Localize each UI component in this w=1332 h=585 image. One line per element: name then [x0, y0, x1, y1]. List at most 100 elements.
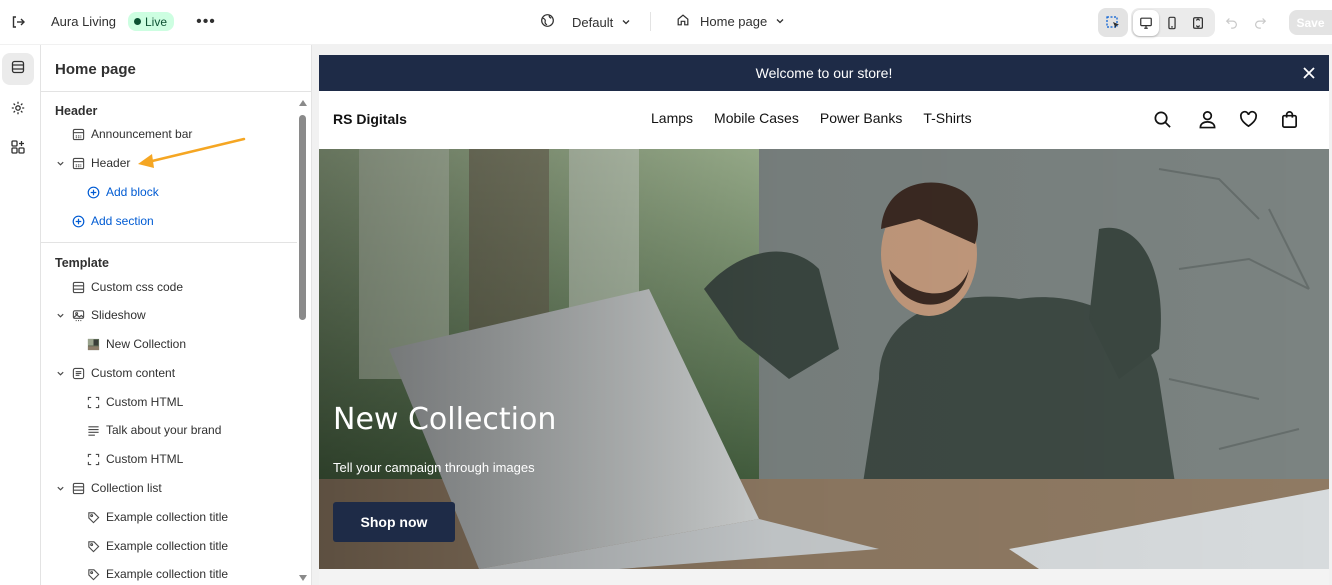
tag-icon	[86, 567, 100, 581]
tree-item-label: Example collection title	[106, 539, 229, 553]
fullscreen-view-button[interactable]	[1185, 10, 1211, 36]
tree-item-header[interactable]: Header	[71, 152, 130, 174]
hero-slideshow[interactable]: New Collection Tell your campaign throug…	[319, 149, 1329, 569]
topbar-divider	[650, 12, 651, 31]
tree-item-custom-html[interactable]: Custom HTML	[86, 448, 183, 470]
tree-item-label: Slideshow	[91, 308, 146, 322]
add-section-button[interactable]: Add section	[71, 210, 154, 232]
nav-link-lamps[interactable]: Lamps	[651, 110, 693, 126]
add-block-label: Add block	[106, 185, 159, 199]
collapse-chevron-icon[interactable]	[55, 158, 65, 168]
panel-title: Home page	[55, 61, 136, 78]
tree-item-new-collection[interactable]: New Collection	[86, 333, 186, 355]
tree-item-custom-html[interactable]: Custom HTML	[86, 391, 183, 413]
html-frame-icon	[86, 395, 100, 409]
tag-icon	[86, 539, 100, 553]
collapse-chevron-icon[interactable]	[55, 368, 65, 378]
tree-item-label: New Collection	[106, 337, 187, 351]
close-icon[interactable]	[1301, 65, 1317, 81]
tree-item-label: Custom HTML	[106, 452, 184, 466]
annotation-arrow-icon	[138, 137, 246, 168]
tree-item-label: Custom HTML	[106, 395, 184, 409]
tree-item-custom-content[interactable]: Custom content	[71, 362, 175, 384]
theme-selector[interactable]: Default	[540, 13, 631, 31]
hero-title: New Collection	[333, 402, 557, 437]
tree-item-collection[interactable]: Example collection title	[86, 506, 228, 528]
tree-item-custom-css-code[interactable]: Custom css code	[71, 276, 183, 298]
sections-panel: Home page Header Announcement bar Header…	[41, 45, 312, 585]
nav-link-power-banks[interactable]: Power Banks	[820, 110, 902, 126]
section-icon	[71, 280, 85, 294]
left-rail	[0, 45, 41, 585]
add-block-button[interactable]: Add block	[86, 181, 159, 203]
undo-icon[interactable]	[1224, 14, 1240, 30]
inspector-toggle-group	[1098, 8, 1128, 37]
sections-icon	[10, 59, 26, 80]
plus-circle-icon	[86, 185, 100, 199]
more-actions-button[interactable]: •••	[195, 12, 217, 32]
sections-nav-button[interactable]	[2, 53, 34, 85]
theme-settings-nav-button[interactable]	[2, 94, 34, 126]
page-selector[interactable]: Home page	[676, 13, 785, 30]
shop-now-button[interactable]: Shop now	[333, 502, 455, 542]
cart-bag-icon[interactable]	[1279, 109, 1299, 129]
tree-item-label: Example collection title	[106, 510, 229, 524]
viewport-toggle-group	[1131, 8, 1215, 37]
tree-item-label: Custom content	[91, 366, 176, 380]
nav-link-mobile-cases[interactable]: Mobile Cases	[714, 110, 799, 126]
redo-icon[interactable]	[1252, 14, 1268, 30]
theme-selector-label: Default	[572, 14, 614, 30]
live-label: Live	[145, 14, 168, 29]
plus-circle-icon	[71, 214, 85, 228]
next-section-strip	[319, 569, 1329, 585]
chevron-down-icon	[775, 14, 785, 29]
tree-item-collection[interactable]: Example collection title	[86, 563, 228, 585]
site-logo[interactable]: RS Digitals	[333, 111, 407, 127]
tree-item-label: Custom css code	[91, 280, 184, 294]
section-icon	[71, 127, 85, 141]
header-group-title: Header	[55, 104, 98, 118]
home-icon	[676, 13, 690, 30]
image-thumb-icon	[86, 337, 100, 351]
tag-icon	[86, 510, 100, 524]
live-dot-icon	[134, 18, 141, 25]
page-selector-label: Home page	[700, 14, 768, 29]
scroll-down-arrow-icon[interactable]	[298, 573, 308, 583]
live-status-badge: Live	[128, 12, 175, 31]
settings-gear-icon	[10, 100, 26, 121]
template-group-title: Template	[55, 256, 109, 270]
site-nav: Lamps Mobile Cases Power Banks T-Shirts	[651, 110, 972, 126]
tree-item-collection-list[interactable]: Collection list	[71, 477, 162, 499]
tree-item-label: Header	[91, 156, 131, 170]
account-icon[interactable]	[1197, 109, 1217, 129]
tree-item-talk-about-your-brand[interactable]: Talk about your brand	[86, 419, 221, 441]
group-divider	[41, 242, 297, 243]
section-icon	[71, 481, 85, 495]
exit-editor-icon[interactable]	[9, 13, 27, 31]
tree-item-collection[interactable]: Example collection title	[86, 535, 228, 557]
announcement-bar[interactable]: Welcome to our store!	[319, 55, 1329, 91]
desktop-view-button[interactable]	[1133, 9, 1159, 36]
collapse-chevron-icon[interactable]	[55, 310, 65, 320]
inspector-select-button[interactable]	[1100, 10, 1126, 36]
mobile-view-button[interactable]	[1159, 10, 1185, 36]
section-icon	[71, 156, 85, 170]
announcement-text: Welcome to our store!	[755, 65, 893, 81]
nav-link-t-shirts[interactable]: T-Shirts	[923, 110, 971, 126]
collapse-chevron-icon[interactable]	[55, 483, 65, 493]
content-icon	[71, 366, 85, 380]
apps-nav-button[interactable]	[2, 133, 34, 165]
panel-scrollbar[interactable]	[299, 115, 306, 320]
tree-item-slideshow[interactable]: Slideshow	[71, 304, 146, 326]
store-name: Aura Living	[51, 14, 117, 29]
site-header: RS Digitals Lamps Mobile Cases Power Ban…	[319, 91, 1329, 149]
scroll-up-arrow-icon[interactable]	[298, 98, 308, 108]
save-button[interactable]: Save	[1289, 10, 1332, 35]
globe-icon	[540, 13, 555, 31]
wishlist-heart-icon[interactable]	[1238, 109, 1258, 129]
add-section-label: Add section	[91, 214, 154, 228]
panel-title-divider	[41, 91, 311, 92]
tree-item-label: Talk about your brand	[106, 423, 222, 437]
search-icon[interactable]	[1152, 109, 1172, 129]
text-lines-icon	[86, 423, 100, 437]
